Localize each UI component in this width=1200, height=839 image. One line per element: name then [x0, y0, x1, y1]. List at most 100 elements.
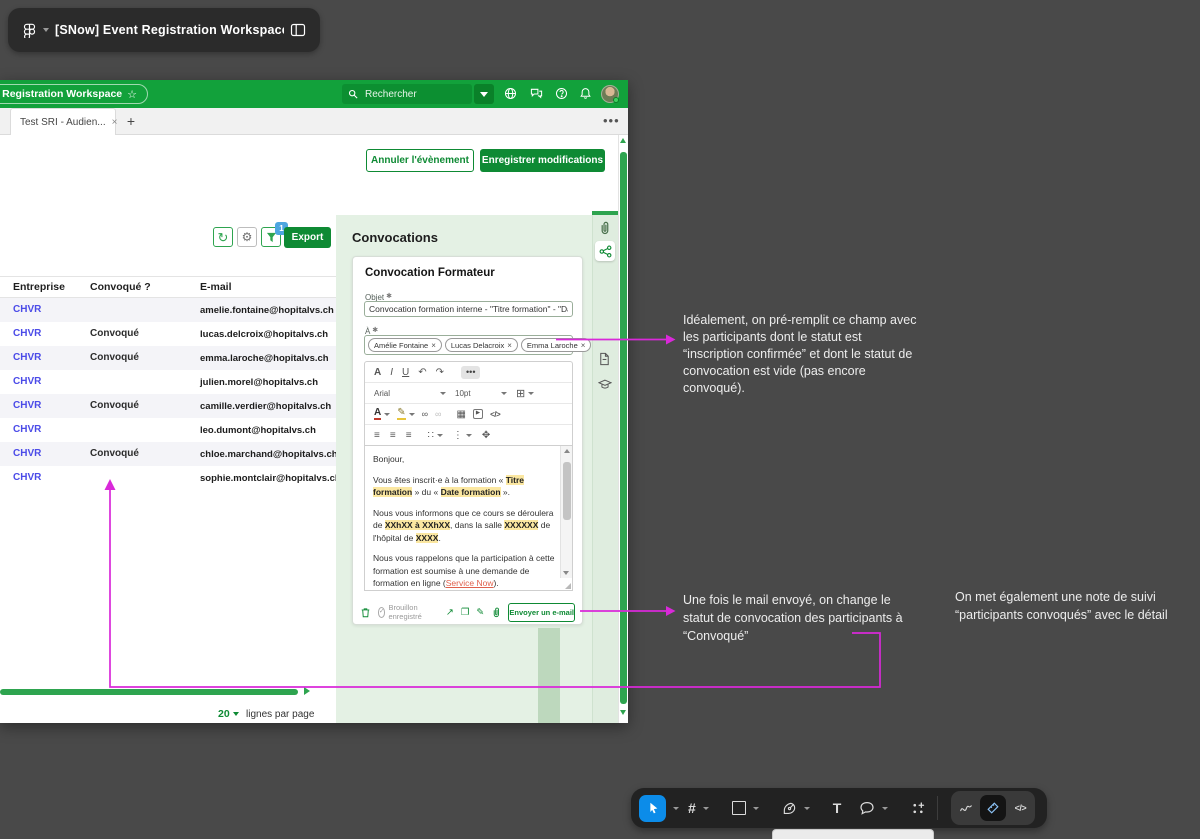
entreprise-link[interactable]: CHVR — [13, 352, 41, 363]
align-right-button[interactable]: ≡ — [406, 430, 412, 441]
actions-tool[interactable] — [911, 801, 926, 816]
fullscreen-button[interactable]: ✥ — [482, 430, 490, 441]
table-row[interactable]: CHVR Convoqué lucas.delcroix@hopitalvs.c… — [0, 322, 336, 346]
entreprise-link[interactable]: CHVR — [13, 304, 41, 315]
send-email-button[interactable]: Envoyer un e-mail — [508, 603, 575, 622]
chip-remove-icon[interactable]: × — [507, 341, 512, 350]
table-row[interactable]: CHVR Convoqué camille.verdier@hopitalvs.… — [0, 394, 336, 418]
export-button[interactable]: Export — [284, 227, 331, 248]
paperclip-icon[interactable] — [598, 220, 613, 235]
numbered-list-button[interactable]: ⋮ — [453, 430, 472, 441]
entreprise-link[interactable]: CHVR — [13, 400, 41, 411]
global-search[interactable] — [342, 84, 472, 104]
panel-scrollbar[interactable] — [538, 628, 560, 723]
image-button[interactable]: ▦ — [456, 409, 465, 420]
table-row[interactable]: CHVR leo.dumont@hopitalvs.ch — [0, 418, 336, 442]
measure-tool[interactable] — [980, 795, 1006, 821]
education-icon[interactable] — [598, 378, 613, 393]
chevron-down-icon[interactable] — [882, 807, 888, 810]
redo-button[interactable]: ↷ — [436, 367, 444, 378]
document-icon[interactable] — [598, 352, 613, 367]
new-tab-button[interactable]: + — [122, 113, 140, 131]
figma-logo-icon[interactable] — [22, 23, 37, 38]
text-color-button[interactable]: A — [374, 408, 390, 420]
scroll-down-icon[interactable] — [563, 571, 569, 575]
code-tool[interactable]: </> — [1007, 795, 1033, 821]
font-size-select[interactable]: 10pt — [455, 389, 507, 398]
table-row[interactable]: CHVR Convoqué chloe.marchand@hopitalvs.c… — [0, 442, 336, 466]
move-tool[interactable] — [639, 795, 666, 822]
recipients-field[interactable]: Amélie Fontaine × Lucas Delacroix × Emma… — [364, 335, 573, 355]
tab-test-sri[interactable]: Test SRI - Audien... × — [10, 108, 116, 135]
list-settings-button[interactable]: ⚙ — [237, 227, 257, 247]
recipient-chip[interactable]: Lucas Delacroix × — [445, 338, 518, 352]
convocations-tab-icon[interactable] — [595, 241, 615, 261]
tab-close-icon[interactable]: × — [112, 117, 118, 128]
align-left-button[interactable]: ≡ — [374, 430, 380, 441]
table-row[interactable]: CHVR amelie.fontaine@hopitalvs.ch — [0, 298, 336, 322]
entreprise-link[interactable]: CHVR — [13, 424, 41, 435]
help-icon[interactable] — [555, 87, 568, 100]
code-view-button[interactable]: </> — [490, 410, 500, 419]
video-button[interactable]: ▶ — [473, 409, 483, 419]
column-header-email[interactable]: E-mail — [200, 281, 232, 293]
filter-button[interactable]: 1 — [261, 227, 281, 247]
column-header-convoque[interactable]: Convoqué ? — [90, 281, 151, 293]
column-header-entreprise[interactable]: Entreprise — [13, 281, 65, 293]
table-row[interactable]: CHVR julien.morel@hopitalvs.ch — [0, 370, 336, 394]
search-scope-dropdown[interactable] — [474, 84, 494, 104]
chip-remove-icon[interactable]: × — [581, 341, 586, 350]
scroll-up-icon[interactable] — [620, 138, 626, 143]
chevron-down-icon[interactable] — [43, 28, 49, 32]
open-in-new-icon[interactable]: ↗ — [446, 607, 454, 618]
page-size-select[interactable]: 20 — [218, 708, 239, 720]
tab-more-button[interactable]: ••• — [603, 113, 620, 128]
table-row[interactable]: CHVR sophie.montclair@hopitalvs.ch — [0, 466, 336, 490]
scroll-up-icon[interactable] — [564, 449, 570, 453]
underline-button[interactable]: U — [402, 367, 409, 378]
chevron-down-icon[interactable] — [804, 807, 810, 810]
workspace-pill[interactable]: vent Registration Workspace ☆ — [0, 84, 148, 104]
entreprise-link[interactable]: CHVR — [13, 472, 41, 483]
font-family-select[interactable]: Arial — [374, 389, 446, 398]
favorite-star-icon[interactable]: ☆ — [127, 88, 137, 101]
scrollbar-thumb[interactable] — [563, 462, 571, 520]
globe-icon[interactable] — [504, 87, 517, 100]
recipient-chip[interactable]: Emma Laroche × — [521, 338, 592, 352]
unlink-button[interactable]: ∞ — [435, 409, 441, 419]
pen-tool[interactable] — [782, 801, 797, 816]
cancel-event-button[interactable]: Annuler l'évènement — [366, 149, 474, 172]
bold-button[interactable]: A — [374, 367, 381, 378]
search-input[interactable] — [363, 88, 459, 101]
horizontal-scrollbar[interactable] — [0, 689, 298, 695]
comment-tool[interactable] — [859, 800, 875, 816]
save-changes-button[interactable]: Enregistrer modifications — [480, 149, 605, 172]
signature-icon[interactable]: ✎ — [476, 607, 484, 618]
entreprise-link[interactable]: CHVR — [13, 376, 41, 387]
align-center-button[interactable]: ≡ — [390, 430, 396, 441]
editor-scrollbar[interactable] — [560, 446, 572, 578]
chip-remove-icon[interactable]: × — [431, 341, 436, 350]
italic-button[interactable]: I — [390, 367, 393, 378]
recipient-chip[interactable]: Amélie Fontaine × — [368, 338, 442, 352]
resize-handle[interactable] — [565, 583, 571, 589]
bell-icon[interactable] — [579, 87, 592, 100]
bullet-list-button[interactable]: ∷ — [428, 430, 443, 441]
chevron-down-icon[interactable] — [753, 807, 759, 810]
entreprise-link[interactable]: CHVR — [13, 448, 41, 459]
undo-button[interactable]: ↶ — [418, 367, 426, 378]
template-icon[interactable]: ❐ — [461, 607, 470, 618]
chevron-down-icon[interactable] — [703, 807, 709, 810]
link-button[interactable]: ∞ — [422, 409, 428, 419]
table-row[interactable]: CHVR Convoqué emma.laroche@hopitalvs.ch — [0, 346, 336, 370]
entreprise-link[interactable]: CHVR — [13, 328, 41, 339]
chevron-down-icon[interactable] — [673, 807, 679, 810]
scroll-right-icon[interactable] — [304, 687, 310, 695]
table-menu-button[interactable]: ⊞ — [516, 387, 534, 400]
chat-icon[interactable] — [530, 87, 543, 100]
vertical-scrollbar-thumb[interactable] — [620, 152, 627, 704]
frame-tool[interactable]: # — [688, 800, 696, 816]
trash-icon[interactable] — [360, 607, 371, 618]
shape-tool[interactable] — [732, 801, 746, 815]
scroll-down-icon[interactable] — [620, 710, 626, 715]
